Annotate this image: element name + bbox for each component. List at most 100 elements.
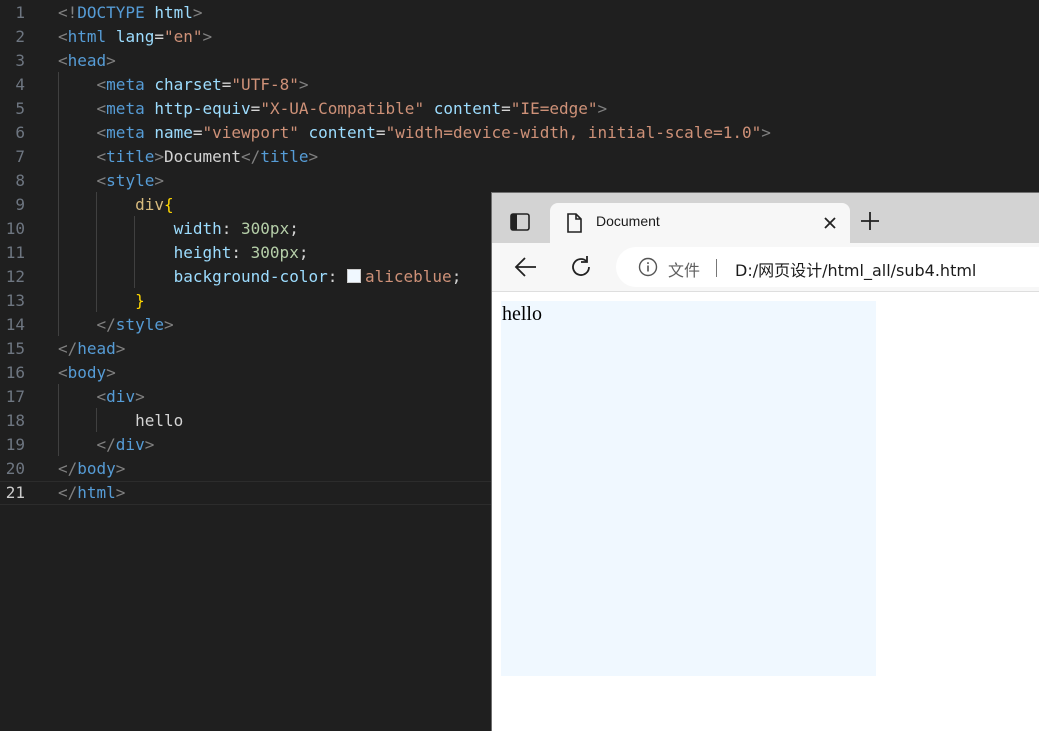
back-arrow-icon[interactable] <box>512 253 540 281</box>
page-text: hello <box>502 303 542 325</box>
code-token: "viewport" <box>202 123 299 142</box>
code-token: head <box>77 339 116 358</box>
color-swatch-icon[interactable] <box>346 269 361 283</box>
close-icon[interactable] <box>818 211 842 235</box>
code-token: > <box>597 99 608 118</box>
line-number: 13 <box>5 291 25 310</box>
line-number: 9 <box>15 195 25 214</box>
code-token: name <box>154 123 193 142</box>
refresh-icon[interactable] <box>567 253 595 281</box>
line-number: 20 <box>5 459 25 478</box>
code-token: { <box>163 195 174 214</box>
code-token: > <box>163 315 174 334</box>
plus-icon[interactable] <box>858 209 882 233</box>
code-token: </ <box>58 483 78 502</box>
code-line[interactable]: 3 <head> <box>0 49 1039 73</box>
code-text: <html lang="en"> <box>58 25 212 49</box>
code-token: = <box>192 123 203 142</box>
page-viewport: hello <box>492 292 1039 731</box>
code-token: background-color <box>173 267 328 286</box>
code-token: = <box>250 99 261 118</box>
code-line[interactable]: 6 <meta name="viewport" content="width=d… <box>0 121 1039 145</box>
code-token: "X-UA-Compatible" <box>260 99 425 118</box>
code-token: = <box>154 27 164 46</box>
address-bar[interactable]: 文件 D:/网页设计/html_all/sub4.html <box>616 247 1039 287</box>
code-token: title <box>260 147 309 166</box>
code-line[interactable]: 7 <title>Document</title> <box>0 145 1039 169</box>
browser-window[interactable]: Document 文件 D:/网页设计/html_all/sub4.html h… <box>491 192 1039 731</box>
code-token: > <box>115 459 126 478</box>
code-token: < <box>96 387 107 406</box>
line-number: 17 <box>5 387 25 406</box>
code-token: div <box>135 195 164 214</box>
line-number: 21 <box>5 483 25 502</box>
code-token: lang <box>115 27 155 46</box>
code-token: content <box>308 123 376 142</box>
line-number: 19 <box>5 435 25 454</box>
code-token: < <box>96 123 107 142</box>
code-token: > <box>154 147 164 166</box>
code-token: > <box>115 483 126 502</box>
code-text: </html> <box>58 482 125 504</box>
code-token: body <box>67 363 107 382</box>
code-line[interactable]: 8 <style> <box>0 169 1039 193</box>
code-text: div{ <box>58 193 174 217</box>
tab-document[interactable]: Document <box>550 203 850 243</box>
code-token: html <box>154 3 193 22</box>
code-token: < <box>58 51 68 70</box>
tab-actions-icon[interactable] <box>502 207 538 237</box>
code-text: background-color: aliceblue; <box>58 265 462 289</box>
code-token: Document <box>163 147 242 166</box>
code-token: hello <box>58 411 184 430</box>
code-line[interactable]: 5 <meta http-equiv="X-UA-Compatible" con… <box>0 97 1039 121</box>
code-text: <body> <box>58 361 116 385</box>
file-label: 文件 <box>668 261 701 280</box>
code-token: </ <box>58 339 78 358</box>
code-text: <meta http-equiv="X-UA-Compatible" conte… <box>58 97 608 121</box>
code-token: html <box>77 483 116 502</box>
code-text: </div> <box>58 433 155 457</box>
code-token: > <box>154 171 164 190</box>
code-token: < <box>96 147 107 166</box>
line-number: 7 <box>15 147 25 166</box>
code-token: ; <box>289 219 299 238</box>
code-token: </ <box>58 459 78 478</box>
line-number: 6 <box>15 123 25 142</box>
code-token: </ <box>241 147 261 166</box>
code-token: "width=device-width, initial-scale=1.0" <box>385 123 762 142</box>
code-token: < <box>58 363 68 382</box>
line-number: 14 <box>5 315 25 334</box>
code-token: } <box>135 291 145 310</box>
code-text: <title>Document</title> <box>58 145 319 169</box>
aliceblue-div: hello <box>501 301 876 676</box>
tab-strip: Document <box>492 193 1039 243</box>
url-text[interactable]: D:/网页设计/html_all/sub4.html <box>735 257 976 281</box>
code-token: meta <box>106 75 145 94</box>
code-line[interactable]: 1 <!DOCTYPE html> <box>0 1 1039 25</box>
code-token: = <box>501 99 511 118</box>
browser-toolbar: 文件 D:/网页设计/html_all/sub4.html <box>492 243 1039 292</box>
info-icon[interactable] <box>638 257 658 277</box>
indent-guide <box>134 216 135 288</box>
code-token: meta <box>106 99 145 118</box>
code-token: meta <box>106 123 145 142</box>
line-number: 10 <box>5 219 25 238</box>
code-token: </ <box>96 315 116 334</box>
code-text: <style> <box>58 169 164 193</box>
indent-guide <box>58 384 59 456</box>
code-token: ; <box>298 243 309 262</box>
code-token: : <box>327 267 347 286</box>
code-line[interactable]: 2 <html lang="en"> <box>0 25 1039 49</box>
code-token: > <box>135 387 145 406</box>
code-line[interactable]: 4 <meta charset="UTF-8"> <box>0 73 1039 97</box>
tab-title: Document <box>596 213 660 229</box>
code-token: DOCTYPE <box>77 3 145 22</box>
code-token: aliceblue <box>364 267 452 286</box>
